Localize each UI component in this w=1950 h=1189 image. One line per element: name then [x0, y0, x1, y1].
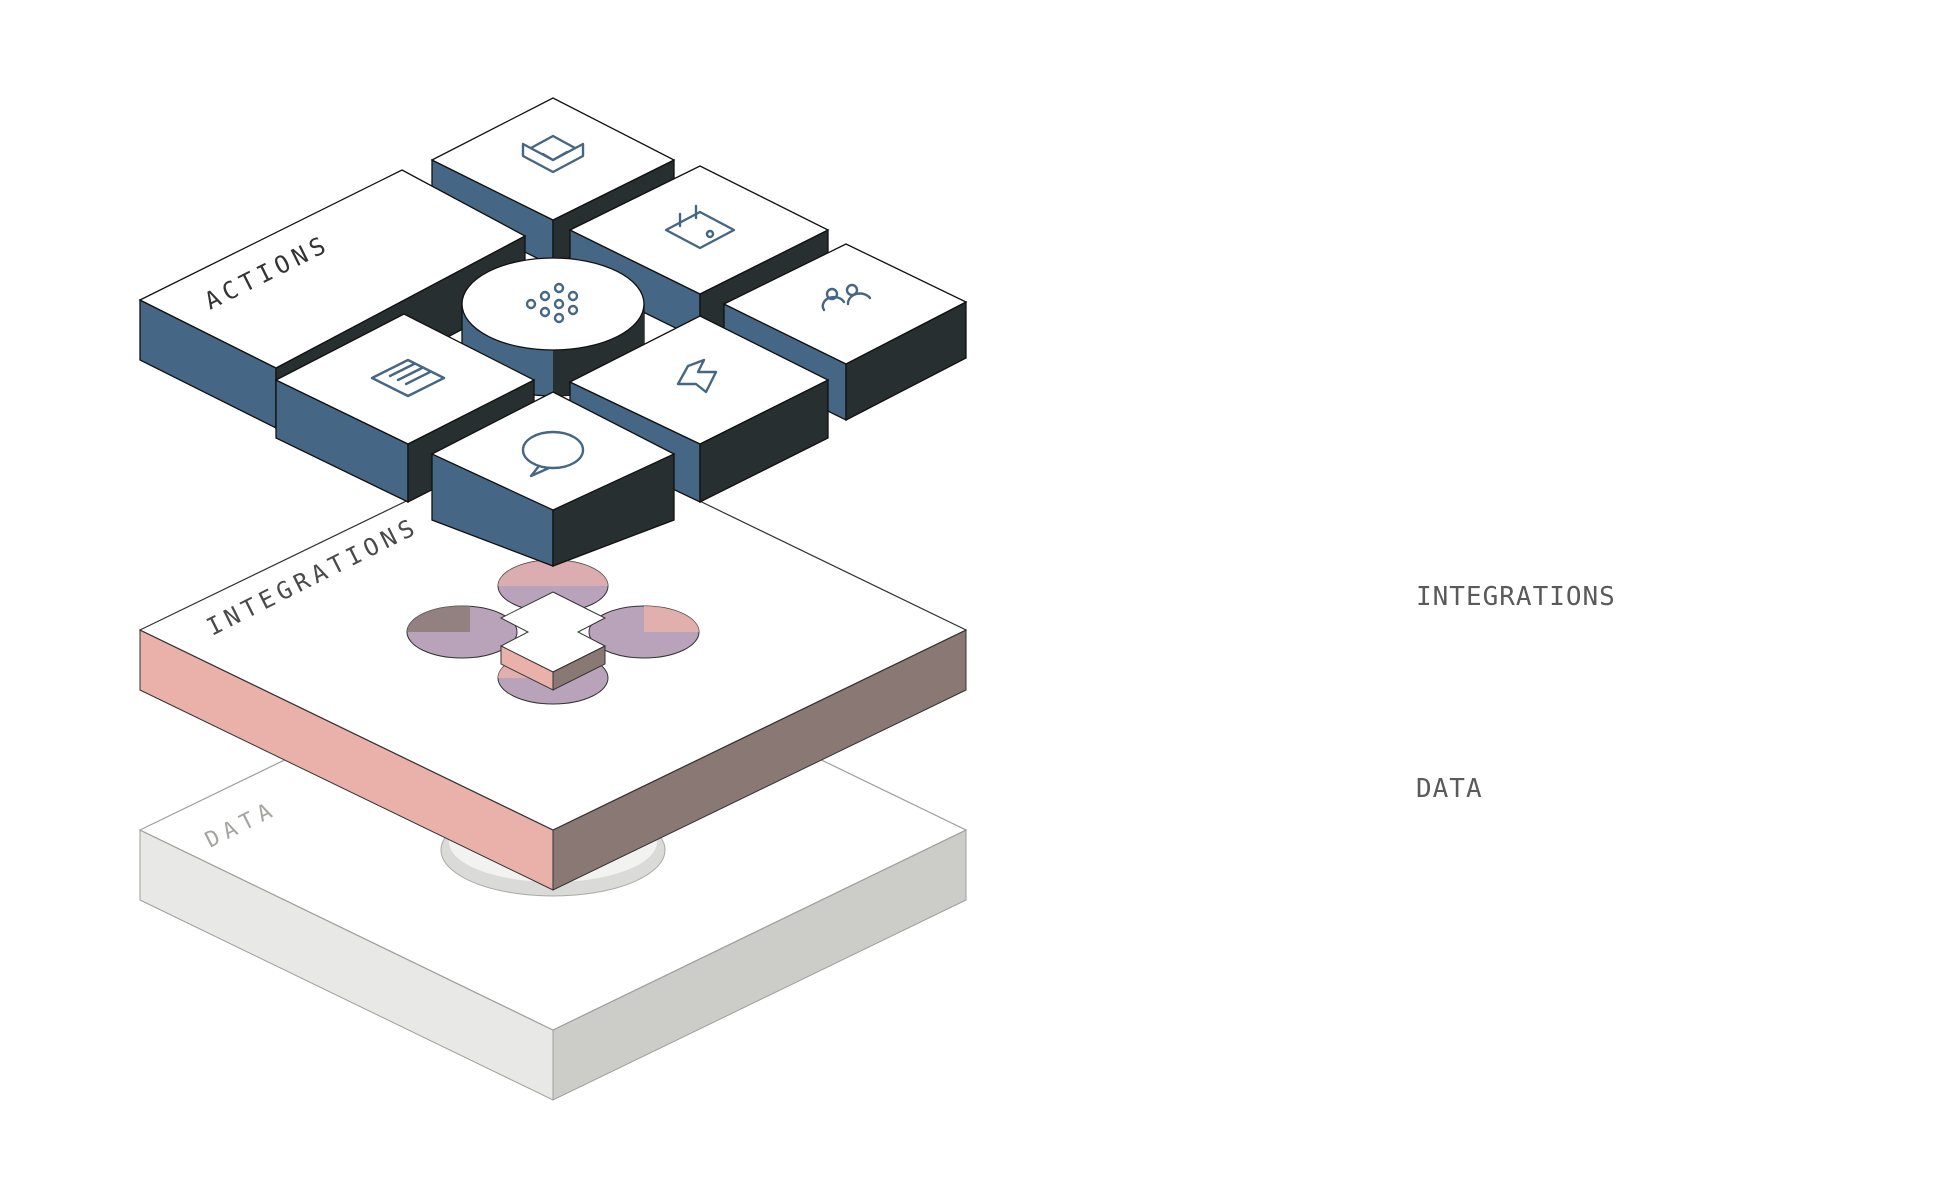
actions-layer: ACTIONS — [138, 97, 968, 567]
legend-integrations: INTEGRATIONS — [1416, 582, 1616, 612]
legend-data: DATA — [1416, 774, 1483, 804]
stack-diagram: DATA INTEGRATIONS ACTIONS INTEGRATIONS D… — [0, 0, 1950, 1184]
isometric-layer-stack: DATA INTEGRATIONS ACTIONS — [138, 97, 968, 1101]
